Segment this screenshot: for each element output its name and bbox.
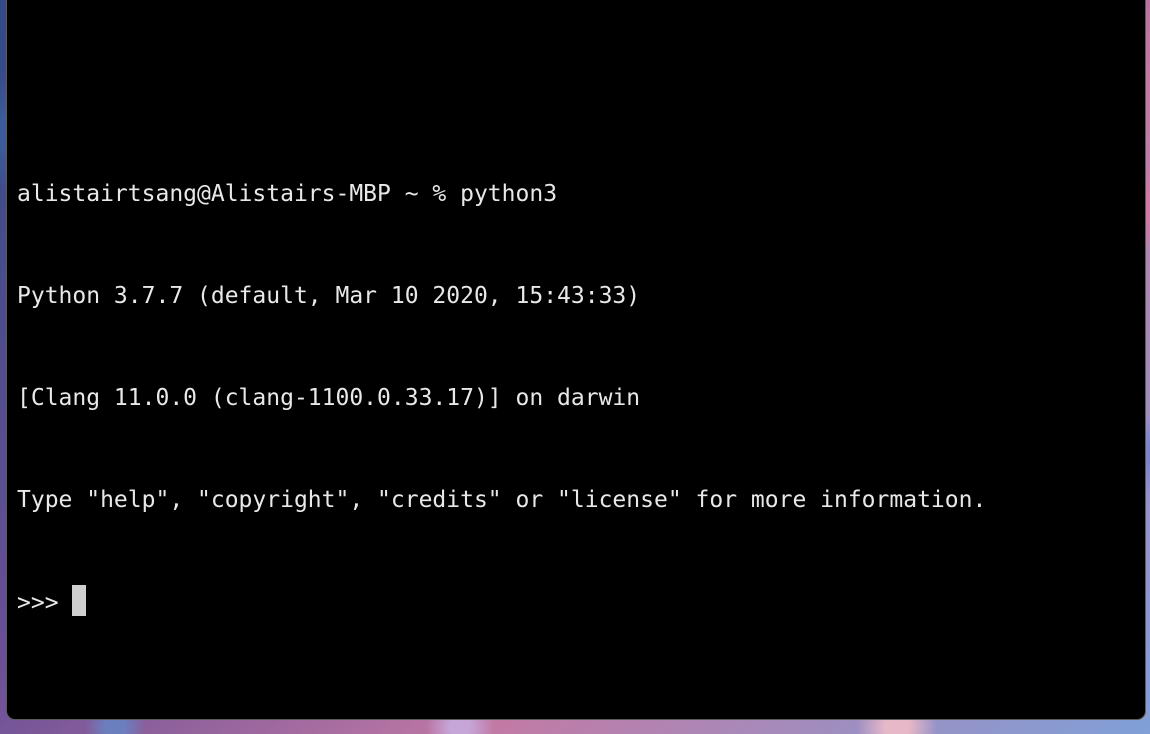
terminal-window[interactable]: alistairtsang@Alistairs-MBP ~ % python3 … [6,0,1146,720]
python-prompt: >>> [17,590,73,616]
text-cursor [72,585,87,616]
terminal-line: alistairtsang@Alistairs-MBP ~ % python3 [17,181,558,207]
terminal-output[interactable]: alistairtsang@Alistairs-MBP ~ % python3 … [17,7,1133,709]
terminal-line: Python 3.7.7 (default, Mar 10 2020, 15:4… [17,283,641,309]
terminal-scrollbar[interactable] [1136,3,1142,703]
terminal-line: [Clang 11.0.0 (clang-1100.0.33.17)] on d… [17,385,641,411]
python-prompt-row[interactable]: >>> [17,585,1133,619]
terminal-line: Type "help", "copyright", "credits" or "… [17,487,987,513]
